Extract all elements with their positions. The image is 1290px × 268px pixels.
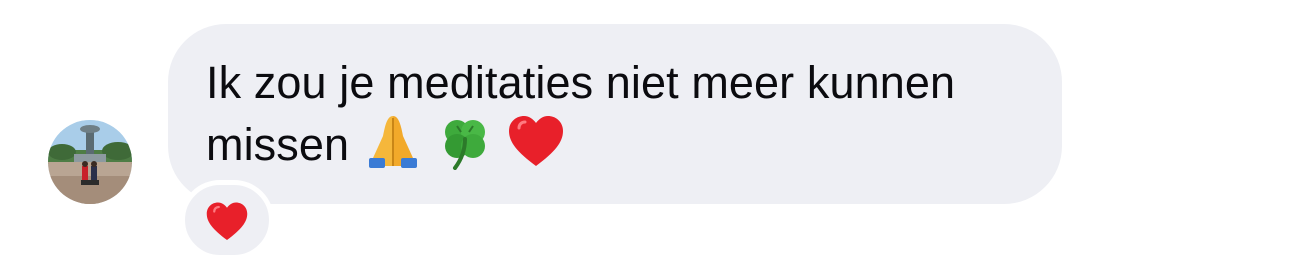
message-line-1: Ik zou je meditaties niet meer kunnen xyxy=(206,57,956,108)
red-heart-icon xyxy=(507,114,565,184)
sender-avatar[interactable] xyxy=(48,120,132,204)
folded-hands-icon xyxy=(363,112,423,184)
message-line-2: missen xyxy=(206,112,1022,184)
reaction-badge[interactable] xyxy=(180,180,274,260)
avatar-photo xyxy=(48,120,132,204)
message-line-2-text: missen xyxy=(206,119,350,170)
four-leaf-clover-icon xyxy=(435,112,495,184)
message-emojis xyxy=(363,112,565,184)
message-bubble[interactable]: Ik zou je meditaties niet meer kunnen mi… xyxy=(168,24,1062,204)
reaction-heart-icon xyxy=(205,201,249,248)
